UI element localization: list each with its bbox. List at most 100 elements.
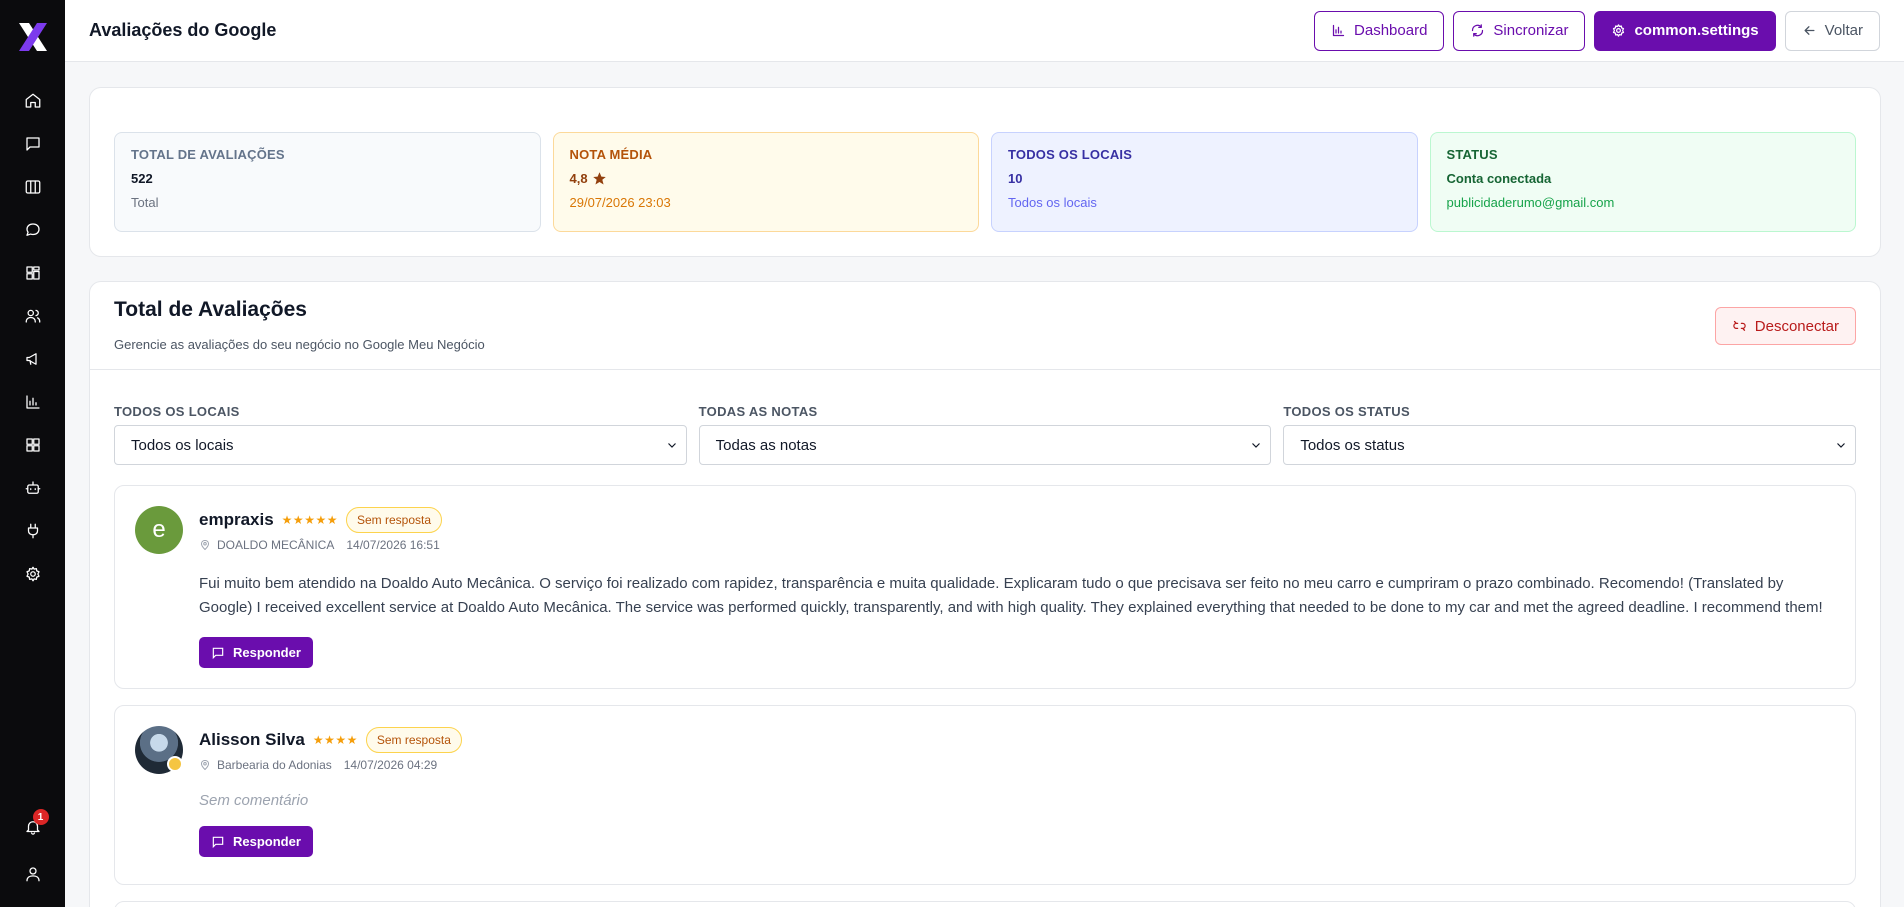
review-item [114, 901, 1856, 907]
page-header: Avaliações do Google Dashboard Sincroniz… [65, 0, 1904, 62]
gear-icon [1613, 24, 1625, 37]
reviewer-name: empraxis [199, 510, 274, 529]
star-icon [592, 172, 606, 185]
sidebar-item-settings[interactable] [11, 552, 55, 595]
sync-button[interactable]: Sincronizar [1453, 10, 1586, 51]
rating-stars: ★★★★★ [281, 513, 338, 527]
review-date: 14/07/2026 04:29 [343, 758, 438, 772]
review-meta: Barbearia do Adonias 14/07/2026 04:29 [199, 758, 1835, 772]
reply-button[interactable]: Responder [199, 637, 313, 668]
sidebar-item-bots[interactable] [11, 466, 55, 509]
notifications-button[interactable]: 1 [11, 805, 55, 848]
notification-count-badge: 1 [32, 809, 49, 825]
review-date: 14/07/2026 16:51 [346, 538, 440, 552]
filter-label: TODOS OS LOCAIS [114, 404, 240, 419]
chevron-down-icon [1837, 443, 1845, 448]
select-value: Todos os status [1300, 436, 1405, 454]
filter-status: TODOS OS STATUS Todos os status [1283, 404, 1857, 465]
settings-button[interactable]: common.settings [1594, 10, 1776, 51]
message-square-icon [212, 647, 224, 659]
sync-button-label: Sincronizar [1493, 22, 1569, 39]
plug-icon [27, 523, 38, 538]
bot-icon [25, 480, 40, 494]
status-badge: Sem resposta [365, 727, 462, 753]
review-meta: DOALDO MECÂNICA 14/07/2026 16:51 [199, 538, 1835, 552]
bar-chart-icon [25, 394, 40, 409]
map-pin-icon [200, 539, 210, 551]
select-value: Todos os locais [131, 436, 234, 454]
sidebar-item-contacts[interactable] [11, 294, 55, 337]
dashboard-button[interactable]: Dashboard [1314, 10, 1445, 51]
review-top: empraxis ★★★★★ Sem resposta [199, 506, 1835, 534]
stat-label: TOTAL DE AVALIAÇÕES [131, 147, 285, 162]
review-body: Alisson Silva ★★★★ Sem resposta Barbeari… [199, 726, 1835, 884]
profile-button[interactable] [11, 852, 55, 895]
sidebar-item-reports[interactable] [11, 380, 55, 423]
review-location: Barbearia do Adonias [217, 758, 332, 772]
page-title: Avaliações do Google [89, 20, 277, 40]
sidebar-item-messages[interactable] [11, 122, 55, 165]
apps-icon [25, 437, 40, 452]
bar-chart-icon [1332, 24, 1345, 37]
stat-locations: TODOS OS LOCAIS 10 Todos os locais [991, 132, 1418, 232]
filter-ratings: TODAS AS NOTAS Todas as notas [698, 404, 1272, 465]
filter-label: TODOS OS STATUS [1283, 404, 1410, 419]
reviews-panel-header: Total de Avaliações Gerencie as avaliaçõ… [90, 282, 1880, 370]
user-icon [25, 866, 40, 881]
map-pin-icon [200, 759, 210, 771]
stat-status: STATUS Conta conectada publicidaderumo@g… [1429, 132, 1856, 232]
reviews-panel-title: Total de Avaliações [114, 298, 307, 321]
stat-value: 522 [131, 171, 153, 186]
disconnect-button-label: Desconectar [1754, 317, 1839, 335]
sidebar-item-campaigns[interactable] [11, 337, 55, 380]
sidebar-item-home[interactable] [11, 79, 55, 122]
chevron-down-icon [1252, 443, 1261, 448]
gear-icon [25, 566, 40, 581]
sidebar-item-integrations[interactable] [11, 509, 55, 552]
stat-value: Conta conectada [1446, 171, 1552, 186]
stat-average-rating: NOTA MÉDIA 4,8 29/07/2026 23:03 [552, 132, 979, 232]
main-content: TOTAL DE AVALIAÇÕES 522 Total NOTA MÉDIA… [89, 87, 1881, 907]
sidebar-item-apps[interactable] [11, 423, 55, 466]
stat-value-row: 4,8 [570, 171, 963, 186]
sidebar-item-dashboard[interactable] [11, 251, 55, 294]
sidebar-nav [11, 79, 55, 595]
avatar [135, 726, 183, 774]
reply-button-label: Responder [233, 834, 301, 849]
stat-total-reviews: TOTAL DE AVALIAÇÕES 522 Total [114, 132, 541, 232]
review-top: Alisson Silva ★★★★ Sem resposta [199, 726, 1835, 754]
stat-label: NOTA MÉDIA [569, 147, 653, 162]
status-select[interactable]: Todos os status [1283, 425, 1857, 465]
stat-label: TODOS OS LOCAIS [1008, 147, 1133, 162]
stats-card: TOTAL DE AVALIAÇÕES 522 Total NOTA MÉDIA… [89, 87, 1881, 257]
rating-stars: ★★★★ [312, 733, 358, 747]
select-value: Todas as notas [715, 436, 817, 454]
megaphone-icon [25, 352, 37, 365]
header-actions: Dashboard Sincronizar common.settings Vo… [1314, 10, 1880, 51]
sidebar-item-chat[interactable] [11, 208, 55, 251]
stat-label: STATUS [1446, 147, 1498, 162]
sidebar-item-kanban[interactable] [11, 165, 55, 208]
refresh-icon [1472, 24, 1484, 37]
reviews-panel: Total de Avaliações Gerencie as avaliaçõ… [89, 281, 1881, 907]
reply-button[interactable]: Responder [199, 826, 313, 857]
reviews-panel-subtitle: Gerencie as avaliações do seu negócio no… [114, 337, 485, 352]
filters-bar: TODOS OS LOCAIS Todos os locais TODAS AS… [90, 370, 1880, 465]
disconnect-button[interactable]: Desconectar [1714, 307, 1856, 345]
locations-select[interactable]: Todos os locais [114, 425, 687, 465]
reviewer-name: Alisson Silva [199, 730, 305, 749]
stat-subtext: Total [131, 195, 159, 210]
message-square-icon [212, 836, 224, 848]
stat-value: 10 [1008, 171, 1023, 186]
app-logo[interactable] [16, 20, 50, 54]
review-body: empraxis ★★★★★ Sem resposta DOALDO MECÂN… [199, 506, 1835, 688]
review-text: Fui muito bem atendido na Doaldo Auto Me… [199, 575, 1823, 616]
back-button-label: Voltar [1824, 22, 1863, 39]
back-button[interactable]: Voltar [1784, 10, 1880, 51]
review-item: e empraxis ★★★★★ Sem resposta DOALDO MEC… [114, 485, 1856, 689]
chevron-down-icon [667, 443, 676, 448]
users-icon [25, 309, 40, 323]
home-icon [25, 93, 40, 108]
ratings-select[interactable]: Todas as notas [698, 425, 1272, 465]
dashboard-button-label: Dashboard [1354, 22, 1428, 39]
